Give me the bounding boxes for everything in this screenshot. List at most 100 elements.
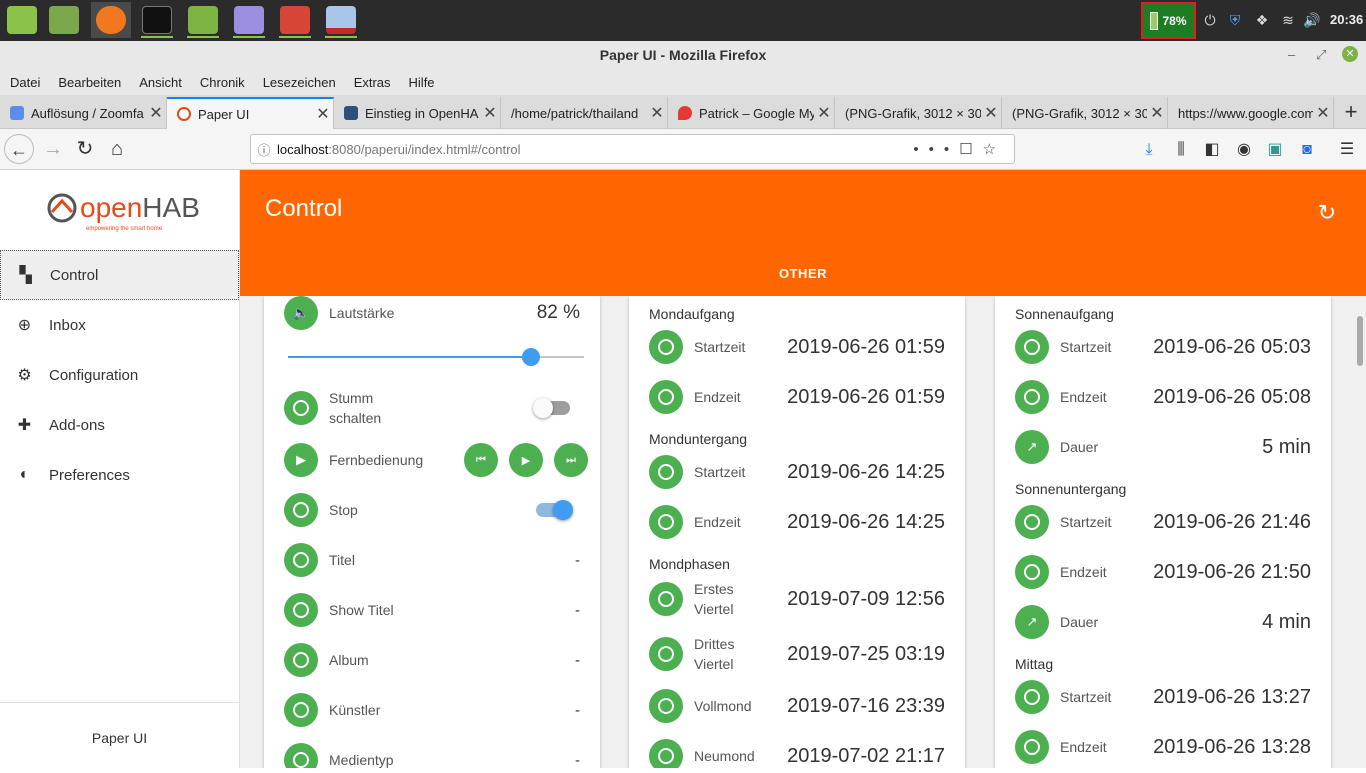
refresh-icon[interactable]: ↻	[1316, 202, 1338, 224]
sidebar-item-addons[interactable]: ✚ Add-ons	[0, 400, 239, 450]
menu-lesezeichen[interactable]: Lesezeichen	[263, 75, 336, 90]
files-launcher[interactable]	[183, 2, 223, 38]
titel-row: Titel -	[284, 543, 600, 577]
screenshot-icon[interactable]: ◙	[1296, 139, 1318, 161]
menu-ansicht[interactable]: Ansicht	[139, 75, 182, 90]
close-tab-icon[interactable]: ✕	[981, 103, 1001, 123]
mute-toggle[interactable]	[533, 398, 570, 418]
library-icon[interactable]: ⫼	[1170, 139, 1192, 161]
previous-button[interactable]: ⏮	[464, 443, 498, 477]
reload-button[interactable]: ↻	[70, 134, 100, 164]
tab-einstieg-openhab[interactable]: Einstieg in OpenHA ✕	[334, 97, 501, 129]
sidebar-toggle-icon[interactable]: ◧	[1201, 139, 1223, 161]
close-tab-icon[interactable]: ✕	[1147, 103, 1167, 123]
row-label: Dauer	[1060, 614, 1099, 630]
address-bar[interactable]: ⓘ localhost:8080/paperui/index.html#/con…	[250, 134, 1015, 164]
account-icon[interactable]: ◉	[1233, 139, 1255, 161]
stop-toggle[interactable]	[536, 500, 573, 520]
stop-row: Stop	[284, 493, 600, 527]
play-button[interactable]: ▶	[509, 443, 543, 477]
maximize-button[interactable]: ⤢	[1316, 46, 1326, 64]
sidebar-item-control[interactable]: ▚ Control	[0, 250, 239, 300]
power-icon[interactable]: ⏻	[1200, 10, 1220, 30]
sunset-start-row: Startzeit 2019-06-26 21:46	[1015, 505, 1331, 539]
menu-datei[interactable]: Datei	[10, 75, 40, 90]
volume-slider-handle[interactable]	[521, 348, 540, 366]
page-actions-icon[interactable]: •••☐☆	[913, 140, 1006, 158]
control-content: 🔈 Lautstärke 82 % Stumm schalten ▶ Fernb…	[240, 296, 1366, 768]
close-tab-icon[interactable]: ✕	[1313, 103, 1333, 123]
sunset-start-value: 2019-06-26 21:46	[1153, 510, 1311, 533]
sunset-end-row: Endzeit 2019-06-26 21:50	[1015, 555, 1331, 589]
extension-icon[interactable]: ▣	[1264, 139, 1286, 161]
tab-google-maps[interactable]: Patrick – Google My ✕	[668, 97, 835, 129]
album-label: Album	[329, 652, 369, 668]
site-info-icon[interactable]: ⓘ	[251, 140, 277, 159]
hamburger-menu-icon[interactable]: ☰	[1336, 139, 1358, 161]
menu-bearbeiten[interactable]: Bearbeiten	[58, 75, 121, 90]
terminal-launcher[interactable]	[137, 2, 177, 38]
sidebar-item-preferences[interactable]: ◐ Preferences	[0, 450, 239, 500]
artist-value: -	[575, 701, 580, 719]
status-icon	[1015, 555, 1049, 589]
wifi-icon[interactable]: ≋	[1278, 10, 1298, 30]
content-scrollbar[interactable]	[1354, 296, 1366, 768]
menu-chronik[interactable]: Chronik	[200, 75, 245, 90]
openhab-favicon-icon	[177, 107, 191, 121]
status-icon	[1015, 680, 1049, 714]
downloads-icon[interactable]: ⤓	[1138, 139, 1160, 161]
third-quarter-value: 2019-07-25 03:19	[787, 642, 945, 665]
home-button[interactable]: ⌂	[102, 134, 132, 164]
show-desktop-launcher[interactable]	[44, 2, 84, 38]
stop-label: Stop	[329, 502, 358, 518]
tab-label: https://www.google.com	[1178, 105, 1313, 121]
scrollbar-thumb[interactable]	[1357, 316, 1363, 366]
clock[interactable]: 20:36	[1330, 12, 1363, 27]
tab-aufloesung[interactable]: Auflösung / Zoomfa ✕	[0, 97, 167, 129]
minimize-button[interactable]: –	[1288, 46, 1295, 64]
album-icon	[284, 643, 318, 677]
close-tab-icon[interactable]: ✕	[480, 103, 500, 123]
menu-extras[interactable]: Extras	[354, 75, 391, 90]
url-host: localhost	[277, 141, 329, 157]
shield-icon[interactable]: ⛨	[1225, 10, 1245, 30]
firefox-launcher[interactable]	[91, 2, 131, 38]
close-tab-icon[interactable]: ✕	[814, 103, 834, 123]
titel-value: -	[575, 551, 580, 569]
tab-png-grafik-1[interactable]: (PNG-Grafik, 3012 × 30 ✕	[835, 97, 1002, 129]
mint-menu-launcher[interactable]	[2, 2, 42, 38]
volume-slider[interactable]	[288, 348, 584, 366]
close-window-button[interactable]: ✕	[1342, 46, 1358, 62]
row-label: Endzeit	[1060, 739, 1107, 755]
image-viewer-launcher[interactable]	[321, 2, 361, 38]
status-icon	[649, 330, 683, 364]
new-tab-button[interactable]: +	[1336, 97, 1366, 129]
gimp-launcher[interactable]	[275, 2, 315, 38]
status-icon	[649, 505, 683, 539]
dropbox-icon[interactable]: ❖	[1252, 10, 1272, 30]
battery-indicator[interactable]: 78%	[1141, 2, 1196, 39]
forward-button[interactable]: →	[38, 134, 68, 164]
row-label: Endzeit	[694, 514, 741, 530]
close-tab-icon[interactable]: ✕	[313, 104, 333, 124]
tab-other[interactable]: OTHER	[240, 266, 1366, 281]
close-tab-icon[interactable]: ✕	[146, 103, 166, 123]
full-moon-row: Vollmond 2019-07-16 23:39	[649, 689, 965, 723]
artist-label: Künstler	[329, 702, 381, 718]
text-editor-launcher[interactable]	[229, 2, 269, 38]
tab-paper-ui[interactable]: Paper UI ✕	[167, 97, 334, 129]
tab-png-grafik-2[interactable]: (PNG-Grafik, 3012 × 30 ✕	[1002, 97, 1168, 129]
menu-hilfe[interactable]: Hilfe	[409, 75, 435, 90]
moonrise-group-title: Mondaufgang	[649, 306, 735, 322]
sidebar-item-inbox[interactable]: ⊕ Inbox	[0, 300, 239, 350]
next-button[interactable]: ⏭	[554, 443, 588, 477]
back-button[interactable]: ←	[4, 134, 34, 164]
sidebar-item-configuration[interactable]: ⚙ Configuration	[0, 350, 239, 400]
remote-row: ▶ Fernbedienung ⏮ ▶ ⏭	[284, 443, 600, 477]
tab-google[interactable]: https://www.google.com ✕	[1168, 97, 1334, 129]
volume-icon[interactable]: 🔊	[1302, 10, 1322, 30]
close-tab-icon[interactable]: ✕	[647, 103, 667, 123]
status-icon	[649, 637, 683, 671]
tab-home-patrick[interactable]: /home/patrick/thailand ✕	[501, 97, 668, 129]
map-pin-icon	[678, 106, 692, 120]
